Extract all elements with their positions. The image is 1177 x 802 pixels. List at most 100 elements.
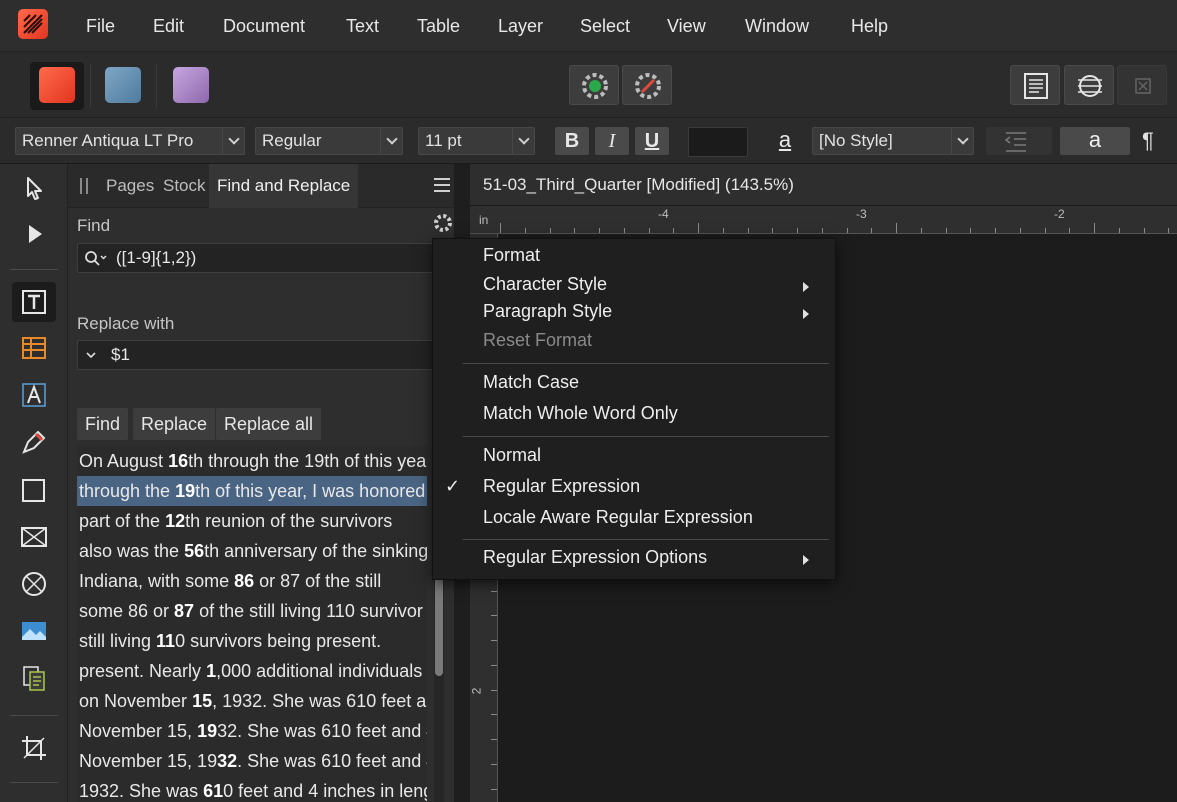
menu-window[interactable]: Window: [745, 0, 809, 52]
place-tool[interactable]: [12, 658, 56, 698]
panel-menu-icon[interactable]: [434, 178, 450, 192]
wrap-button[interactable]: [1064, 65, 1114, 105]
document-tab[interactable]: 51-03_Third_Quarter [Modified] (143.5%): [470, 164, 1177, 206]
tab-find-and-replace[interactable]: Find and Replace: [209, 164, 359, 208]
tab-pages[interactable]: Pages: [106, 164, 154, 208]
picture-frame-rectangle-tool[interactable]: [12, 517, 56, 557]
result-row[interactable]: present. Nearly 1,000 additional individ…: [77, 656, 427, 686]
menu-table[interactable]: Table: [417, 0, 460, 52]
show-special-characters-button[interactable]: ¶: [1142, 127, 1164, 155]
result-text: also was the: [79, 541, 185, 561]
menu-item-match-case[interactable]: Match Case: [483, 372, 579, 393]
horizontal-ruler[interactable]: in -4 -3 -2: [470, 206, 1177, 234]
result-text: On August: [79, 451, 169, 471]
move-tool[interactable]: [12, 168, 56, 208]
menu-item-paragraph-style[interactable]: Paragraph Style: [483, 301, 612, 322]
text-style-options-button[interactable]: [986, 127, 1052, 155]
menu-layer[interactable]: Layer: [498, 0, 543, 52]
menu-edit[interactable]: Edit: [153, 0, 184, 52]
preflight-button[interactable]: [569, 65, 619, 105]
result-row[interactable]: on November 15, 1932. She was 610 feet a…: [77, 686, 427, 716]
menu-view[interactable]: View: [667, 0, 706, 52]
ruler-tick: [896, 223, 897, 233]
result-row[interactable]: On August 16th through the 19th of this …: [77, 446, 427, 476]
indent-style-icon: [1004, 132, 1026, 152]
menu-document[interactable]: Document: [223, 0, 305, 52]
result-row[interactable]: Indiana, with some 86 or 87 of the still: [77, 566, 427, 596]
menu-item-regex-options[interactable]: Regular Expression Options: [483, 547, 707, 568]
menu-item-normal[interactable]: Normal: [483, 445, 541, 466]
menu-item-character-style[interactable]: Character Style: [483, 274, 607, 295]
menu-item-format[interactable]: Format: [483, 245, 540, 266]
picture-frame-ellipse-tool[interactable]: [12, 564, 56, 604]
designer-persona-icon: [105, 67, 141, 103]
scrollbar-thumb[interactable]: [435, 576, 443, 676]
rectangle-tool[interactable]: [12, 470, 56, 510]
result-text: , 1932. She was 610 feet an: [212, 691, 427, 711]
result-row[interactable]: also was the 56th anniversary of the sin…: [77, 536, 427, 566]
publisher-persona-button[interactable]: [30, 62, 84, 110]
close-view-button[interactable]: [1117, 65, 1167, 105]
menu-bar: File Edit Document Text Table Layer Sele…: [0, 0, 1177, 52]
replace-input[interactable]: $1: [77, 340, 447, 370]
result-row[interactable]: November 15, 1932. She was 610 feet and …: [77, 716, 427, 746]
pen-tool[interactable]: [12, 422, 56, 462]
move-tool-icon: [27, 177, 42, 200]
result-row[interactable]: some 86 or 87 of the still living 110 su…: [77, 596, 427, 626]
place-image-tool[interactable]: [12, 611, 56, 651]
image-icon: [22, 622, 46, 640]
italic-button[interactable]: I: [595, 127, 629, 155]
text-style-button[interactable]: a: [1060, 127, 1130, 155]
result-row[interactable]: 1932. She was 610 feet and 4 inches in l…: [77, 776, 427, 802]
font-style-select[interactable]: Regular: [255, 127, 403, 155]
context-toolbar: Renner Antiqua LT Pro Regular 11 pt B I …: [0, 118, 1177, 164]
font-size-select[interactable]: 11 pt: [418, 127, 535, 155]
menu-item-match-whole-word[interactable]: Match Whole Word Only: [483, 403, 678, 424]
ruler-tick: [491, 764, 497, 765]
paragraph-style-value: [No Style]: [819, 131, 893, 150]
replace-all-button[interactable]: Replace all: [216, 408, 322, 440]
panel-grip-icon[interactable]: [80, 178, 88, 194]
ellipse-frame-icon: [22, 572, 46, 596]
node-tool[interactable]: [12, 214, 56, 254]
menu-text[interactable]: Text: [346, 0, 379, 52]
font-family-select[interactable]: Renner Antiqua LT Pro: [15, 127, 245, 155]
options-gear-icon[interactable]: [432, 212, 454, 234]
crop-tool[interactable]: [12, 728, 56, 768]
result-row[interactable]: through the 19th of this year, I was hon…: [77, 476, 427, 506]
result-row[interactable]: November 15, 1932. She was 610 feet and …: [77, 746, 427, 776]
table-tool[interactable]: [12, 328, 56, 368]
find-input[interactable]: ([1-9]{1,2}): [77, 243, 447, 273]
menu-help[interactable]: Help: [851, 0, 888, 52]
menu-file[interactable]: File: [86, 0, 115, 52]
result-text: 1932. She was: [79, 781, 204, 801]
result-text: 0 feet and 4 inches in leng: [223, 781, 427, 801]
replace-button[interactable]: Replace: [133, 408, 216, 440]
font-style-value: Regular: [262, 131, 322, 150]
designer-persona-button[interactable]: [96, 62, 150, 110]
snapping-button[interactable]: [622, 65, 672, 105]
tab-stock[interactable]: Stock: [163, 164, 206, 208]
text-color-swatch[interactable]: [688, 127, 748, 157]
artistic-text-tool[interactable]: [12, 375, 56, 415]
find-button[interactable]: Find: [77, 408, 129, 440]
photo-persona-button[interactable]: [164, 62, 218, 110]
menu-item-locale-aware-regex[interactable]: Locale Aware Regular Expression: [483, 507, 753, 528]
result-text: part of the: [79, 511, 166, 531]
underline-button[interactable]: U: [635, 127, 669, 155]
bold-button[interactable]: B: [555, 127, 589, 155]
ruler-label: -4: [658, 207, 669, 221]
text-frame-button[interactable]: [1010, 65, 1060, 105]
result-match: 86: [234, 571, 255, 591]
ruler-tick: [649, 228, 650, 233]
menu-select[interactable]: Select: [580, 0, 630, 52]
frame-text-tool[interactable]: [12, 282, 56, 322]
menu-item-regular-expression[interactable]: Regular Expression: [483, 476, 640, 497]
result-row[interactable]: part of the 12th reunion of the survivor…: [77, 506, 427, 536]
result-row[interactable]: still living 110 survivors being present…: [77, 626, 427, 656]
ruler-tick: [491, 739, 497, 740]
paragraph-style-select[interactable]: [No Style]: [812, 127, 974, 155]
result-text: 0 survivors being present.: [175, 631, 382, 651]
publisher-persona-icon: [39, 67, 75, 103]
character-style-button[interactable]: a: [770, 127, 800, 155]
